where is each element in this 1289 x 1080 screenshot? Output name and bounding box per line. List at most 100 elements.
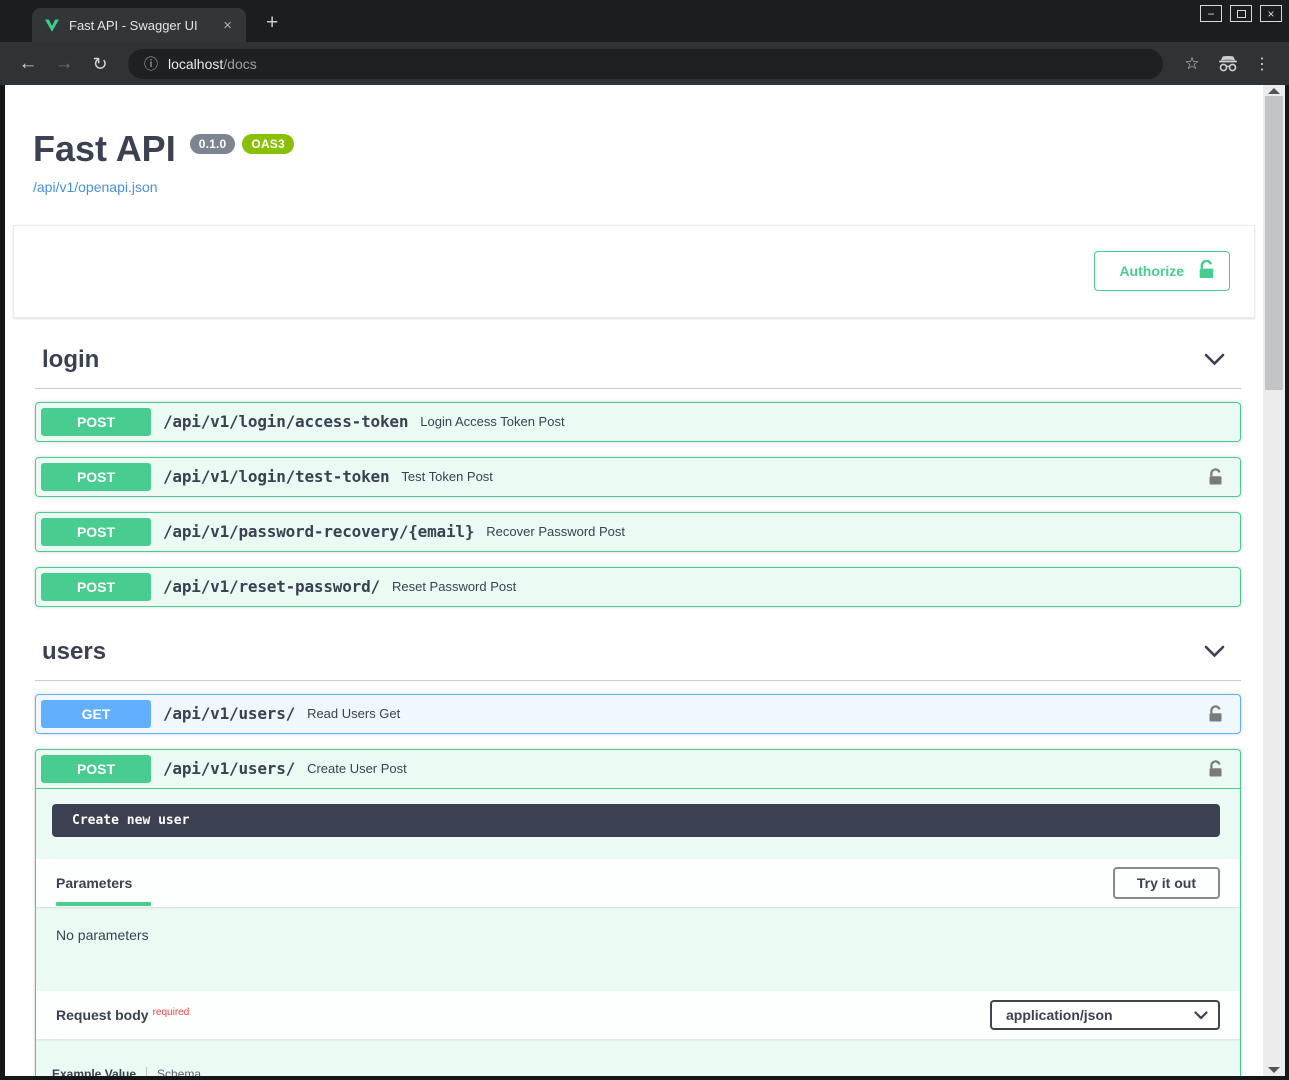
reload-icon[interactable]: ↻: [86, 55, 114, 73]
operation-path: /api/v1/password-recovery/{email}: [163, 522, 474, 541]
toolbar-right: ☆ ⋮: [1177, 54, 1275, 74]
oas3-badge: OAS3: [242, 134, 293, 154]
page-row: Fast API 0.1.0 OAS3 /api/v1/openapi.json A…: [0, 85, 1289, 1076]
operation-path: /api/v1/login/access-token: [163, 412, 408, 431]
browser-menu-icon[interactable]: ⋮: [1249, 54, 1275, 74]
close-window-button[interactable]: ×: [1260, 5, 1282, 22]
page-scrollbar[interactable]: [1263, 85, 1285, 1076]
site-info-icon[interactable]: ⓘ: [144, 54, 158, 74]
opblock-create-user: POST /api/v1/users/ Create User Post: [35, 749, 1241, 1076]
incognito-icon: [1211, 55, 1245, 72]
model-example: Example Value Schema {: [36, 1039, 1240, 1076]
auth-lock-icon[interactable]: [1208, 468, 1223, 486]
swagger-page: Fast API 0.1.0 OAS3 /api/v1/openapi.json A…: [5, 85, 1263, 1076]
section-login: login POST /api/v1/login/access-token Lo…: [5, 330, 1263, 607]
operation-path: /api/v1/users/: [163, 759, 295, 778]
back-icon[interactable]: ←: [14, 54, 42, 73]
operation-summary: Reset Password Post: [392, 579, 516, 594]
chevron-down-icon[interactable]: [1204, 645, 1225, 658]
section-users-header[interactable]: users: [35, 622, 1241, 681]
opblock-reset-password: POST /api/v1/reset-password/ Reset Passw…: [35, 567, 1241, 607]
parameters-header: Parameters Try it out: [36, 859, 1240, 907]
operation-summary: Recover Password Post: [486, 524, 625, 539]
section-title: login: [35, 346, 99, 374]
scroll-down-arrow-icon[interactable]: [1268, 1067, 1280, 1073]
operation-body: Create new user Parameters Try it out No…: [36, 804, 1240, 1076]
url-bar[interactable]: ⓘ localhost/docs: [128, 49, 1163, 79]
version-badge: 0.1.0: [190, 134, 236, 154]
operation-row[interactable]: GET /api/v1/users/ Read Users Get: [36, 695, 1240, 733]
auth-lock-icon[interactable]: [1208, 760, 1223, 778]
opblock-read-users: GET /api/v1/users/ Read Users Get: [35, 694, 1241, 734]
request-body-label: Request body: [56, 1007, 149, 1023]
operation-path: /api/v1/login/test-token: [163, 467, 389, 486]
maximize-button[interactable]: [1230, 5, 1252, 22]
operation-row[interactable]: POST /api/v1/users/ Create User Post: [36, 750, 1240, 789]
method-badge: POST: [41, 408, 151, 436]
request-body-header: Request body required application/json: [36, 991, 1240, 1039]
section-login-header[interactable]: login: [35, 330, 1241, 389]
window-controls: − ×: [1200, 5, 1282, 22]
operation-summary: Login Access Token Post: [420, 414, 564, 429]
url-host: localhost: [168, 56, 223, 72]
operation-description: Create new user: [52, 804, 1220, 837]
operation-row[interactable]: POST /api/v1/password-recovery/{email} R…: [36, 513, 1240, 551]
operation-list: POST /api/v1/login/access-token Login Ac…: [35, 389, 1241, 607]
example-value-tab[interactable]: Example Value: [52, 1067, 147, 1076]
operation-summary: Test Token Post: [401, 469, 493, 484]
opblock-login-test-token: POST /api/v1/login/test-token Test Token…: [35, 457, 1241, 497]
section-title: users: [35, 638, 106, 666]
operation-summary: Read Users Get: [307, 706, 400, 721]
scheme-container: Authorize: [13, 225, 1255, 318]
tab-strip: Fast API - Swagger UI × + − ×: [0, 0, 1289, 42]
scroll-up-arrow-icon[interactable]: [1268, 88, 1280, 94]
bookmark-star-icon[interactable]: ☆: [1177, 54, 1207, 74]
operation-summary: Create User Post: [307, 761, 407, 776]
chevron-down-icon: [1194, 1007, 1208, 1023]
tab-favicon-v-icon: [44, 18, 60, 33]
try-it-out-button[interactable]: Try it out: [1113, 867, 1220, 899]
operation-row[interactable]: POST /api/v1/reset-password/ Reset Passw…: [36, 568, 1240, 606]
no-parameters-text: No parameters: [36, 907, 1240, 969]
example-tabs: Example Value Schema: [52, 1067, 1220, 1076]
authorize-button[interactable]: Authorize: [1094, 251, 1230, 291]
url-text: localhost/docs: [168, 56, 257, 72]
method-badge: POST: [41, 573, 151, 601]
request-body-title: Request body required: [56, 1007, 189, 1023]
media-type-value: application/json: [1006, 1007, 1113, 1023]
browser-window: Fast API - Swagger UI × + − × ← → ↻ ⓘ lo…: [0, 0, 1289, 1080]
section-users: users GET /api/v1/users/ Read Users Get: [5, 622, 1263, 1076]
api-title: Fast API: [33, 128, 176, 169]
method-badge: POST: [41, 463, 151, 491]
operation-path: /api/v1/reset-password/: [163, 577, 380, 596]
tab-close-icon[interactable]: ×: [219, 16, 236, 35]
opblock-login-access-token: POST /api/v1/login/access-token Login Ac…: [35, 402, 1241, 442]
url-path: /docs: [223, 56, 256, 72]
operation-row[interactable]: POST /api/v1/login/test-token Test Token…: [36, 458, 1240, 496]
operation-path: /api/v1/users/: [163, 704, 295, 723]
auth-lock-icon[interactable]: [1208, 705, 1223, 723]
minimize-button[interactable]: −: [1200, 5, 1222, 22]
authorize-label: Authorize: [1119, 263, 1184, 279]
new-tab-button[interactable]: +: [266, 12, 278, 33]
unlock-icon: [1198, 260, 1215, 282]
schema-tab[interactable]: Schema: [147, 1067, 201, 1076]
browser-tab[interactable]: Fast API - Swagger UI ×: [32, 8, 246, 42]
required-flag: required: [153, 1007, 190, 1018]
browser-toolbar: ← → ↻ ⓘ localhost/docs ☆ ⋮: [0, 42, 1289, 85]
openapi-spec-link[interactable]: /api/v1/openapi.json: [33, 179, 158, 195]
method-badge: POST: [41, 518, 151, 546]
operation-row[interactable]: POST /api/v1/login/access-token Login Ac…: [36, 403, 1240, 441]
scrollbar-thumb[interactable]: [1265, 96, 1283, 390]
forward-icon[interactable]: →: [50, 54, 78, 73]
chevron-down-icon[interactable]: [1204, 353, 1225, 366]
method-badge: POST: [41, 755, 151, 783]
tab-title: Fast API - Swagger UI: [69, 18, 210, 33]
maximize-icon: [1237, 10, 1246, 18]
parameters-tab: Parameters: [56, 875, 132, 891]
opblock-password-recovery: POST /api/v1/password-recovery/{email} R…: [35, 512, 1241, 552]
api-info: Fast API 0.1.0 OAS3 /api/v1/openapi.json: [5, 85, 1263, 197]
media-type-select[interactable]: application/json: [990, 1000, 1220, 1030]
method-badge: GET: [41, 700, 151, 728]
operation-list: GET /api/v1/users/ Read Users Get: [35, 681, 1241, 1076]
